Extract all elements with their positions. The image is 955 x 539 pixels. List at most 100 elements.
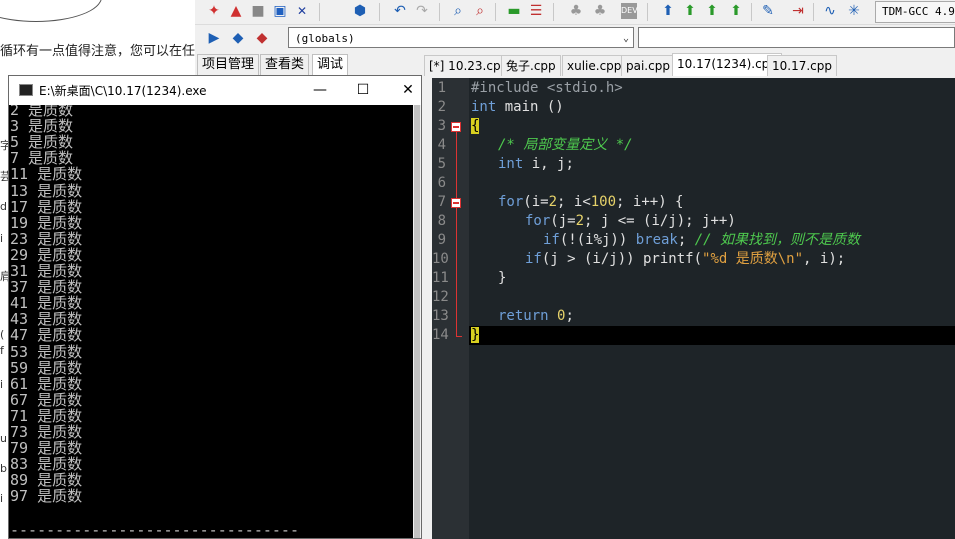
console-output-line: 5 是质数 [10, 133, 74, 151]
number: 100 [590, 194, 617, 210]
comment: /* 局部变量定义 */ [498, 137, 633, 153]
console-separator: -------------------------------- [10, 521, 299, 538]
code-line-5: int i, j; [498, 155, 574, 174]
compile-icon[interactable]: ☰ [527, 2, 545, 20]
background-edge-char: i [0, 378, 4, 391]
main-toolbar: ✦ ▲ ■ ▣ ✕ ⬢ ↶ ↷ ⌕ ⌕ ▬ ☰ ♣ ♣ DEV ⬆ ⬆ ⬆ ⬆ … [195, 0, 955, 25]
file-tab-pai[interactable]: pai.cpp [621, 55, 675, 76]
line-number: 12 [432, 289, 449, 305]
close-icon[interactable]: ✕ [293, 2, 311, 20]
fold-toggle-icon[interactable] [451, 198, 461, 208]
bookmark-icon[interactable]: ✳ [845, 2, 863, 20]
find-icon[interactable]: ⌕ [449, 2, 467, 20]
code-text: (j > (i/j)) printf( [541, 251, 703, 267]
console-scrollbar[interactable] [413, 105, 421, 538]
line-number: 4 [437, 137, 446, 153]
console-output-line: 67 是质数 [10, 391, 83, 409]
rebuild-icon[interactable]: ⬆ [659, 2, 677, 20]
line-number: 14 [432, 327, 449, 343]
code-line-1: #include <stdio.h> [471, 79, 623, 98]
line-number: 3 [437, 118, 446, 134]
line-number: 5 [437, 156, 446, 172]
debug-icon[interactable]: ⬆ [681, 2, 699, 20]
code-line-7: for(i=2; i<100; i++) { [498, 193, 683, 212]
preprocessor: #include <stdio.h> [471, 80, 623, 96]
check-syntax-icon[interactable]: ✎ [759, 2, 777, 20]
file-tab-10-17-1234[interactable]: 10.17(1234).cpp [672, 53, 782, 76]
chevron-down-icon: ⌄ [622, 33, 629, 44]
redo-icon[interactable]: ↷ [413, 2, 431, 20]
background-edge-char: i [0, 232, 4, 245]
new-file-icon[interactable]: ✦ [205, 2, 223, 20]
string-literal: "%d 是质数\n" [702, 251, 804, 267]
save-all-icon[interactable]: ▣ [271, 2, 289, 20]
console-output-line: 79 是质数 [10, 439, 83, 457]
code-line-13: return 0; [498, 307, 574, 326]
line-number: 9 [437, 232, 446, 248]
bookmark-add-icon[interactable]: ◆ [229, 29, 247, 47]
chart-icon[interactable]: ∿ [821, 2, 839, 20]
current-line-highlight [469, 326, 955, 345]
fold-toggle-icon[interactable] [451, 122, 461, 132]
save-icon[interactable]: ■ [249, 2, 267, 20]
tab-class-view[interactable]: 查看类 [260, 54, 310, 75]
code-line-14: } [471, 326, 480, 345]
open-file-icon[interactable]: ▲ [227, 2, 245, 20]
console-output-line: 47 是质数 [10, 326, 83, 344]
background-edge-char: u [0, 432, 7, 445]
console-app-icon [19, 84, 33, 96]
keyword: int [498, 156, 524, 172]
console-output-line: 11 是质数 [10, 165, 83, 183]
console-output-line: 19 是质数 [10, 214, 83, 232]
file-tab-10-23[interactable]: [*] 10.23.cpp [424, 55, 514, 76]
bookmark-goto-icon[interactable]: ◆ [253, 29, 271, 47]
console-output[interactable]: 2 是质数 3 是质数 5 是质数 7 是质数 11 是质数 13 是质数 17 是质数 19… [9, 105, 413, 538]
console-output-line: 43 是质数 [10, 310, 83, 328]
tab-debug[interactable]: 调试 [312, 54, 349, 75]
print-icon[interactable]: ⬢ [351, 2, 369, 20]
dev-icon[interactable]: DEV [621, 3, 638, 19]
close-button[interactable]: ✕ [385, 76, 431, 105]
scrollbar-thumb[interactable] [414, 105, 420, 538]
symbol-dropdown[interactable] [638, 27, 955, 48]
compiler-select[interactable]: TDM-GCC 4.9 [875, 1, 955, 23]
console-output-line: 61 是质数 [10, 375, 83, 393]
code-line-3: { [471, 117, 480, 136]
code-text: ; j <= (i/j); j++) [584, 213, 736, 229]
code-text: (!(i%j)) [559, 232, 636, 248]
file-tab-10-17[interactable]: 10.17.cpp [767, 55, 837, 76]
minimize-button[interactable]: — [297, 76, 343, 105]
undo-icon[interactable]: ↶ [391, 2, 409, 20]
stop-icon[interactable]: ⬆ [703, 2, 721, 20]
code-line-9: if(!(i%j)) break; // 如果找到，则不是质数 [543, 231, 860, 250]
file-tab-tuzi[interactable]: 兔子.cpp [501, 55, 561, 76]
indent-icon[interactable]: ▶ [205, 29, 223, 47]
comment: // 如果找到，则不是质数 [694, 232, 861, 248]
tab-project-manager[interactable]: 项目管理 [197, 54, 260, 75]
console-title: E:\新桌面\C\10.17(1234).exe [39, 84, 207, 98]
matched-brace: } [471, 327, 480, 343]
replace-icon[interactable]: ⌕ [471, 2, 489, 20]
keyword: int [471, 99, 497, 115]
code-text: i, j; [523, 156, 574, 172]
maximize-button[interactable]: ☐ [340, 76, 386, 105]
run-icon[interactable]: ♣ [567, 2, 585, 20]
console-titlebar[interactable]: E:\新桌面\C\10.17(1234).exe — ☐ ✕ [9, 76, 421, 105]
code-text: ; i++) { [616, 194, 684, 210]
scope-dropdown[interactable]: (globals) ⌄ [288, 27, 634, 48]
profile-icon[interactable]: ⬆ [727, 2, 745, 20]
background-text: 循环有一点值得注意，您可以在任 [0, 44, 196, 59]
console-output-line: 13 是质数 [10, 182, 83, 200]
toggle-breakpoint-icon[interactable]: ⇥ [789, 2, 807, 20]
compile-run-icon[interactable]: ♣ [591, 2, 609, 20]
console-output-line: 97 是质数 [10, 487, 83, 505]
console-window[interactable]: E:\新桌面\C\10.17(1234).exe — ☐ ✕ 2 是质数 3 是质… [8, 75, 422, 539]
line-number: 13 [432, 308, 449, 324]
keyword: for [498, 194, 524, 210]
file-tab-xulie[interactable]: xulie.cpp [562, 55, 627, 76]
scope-value: (globals) [295, 32, 355, 45]
code-text: } [498, 270, 507, 286]
goto-icon[interactable]: ▬ [505, 2, 523, 20]
line-number: 7 [437, 194, 446, 210]
